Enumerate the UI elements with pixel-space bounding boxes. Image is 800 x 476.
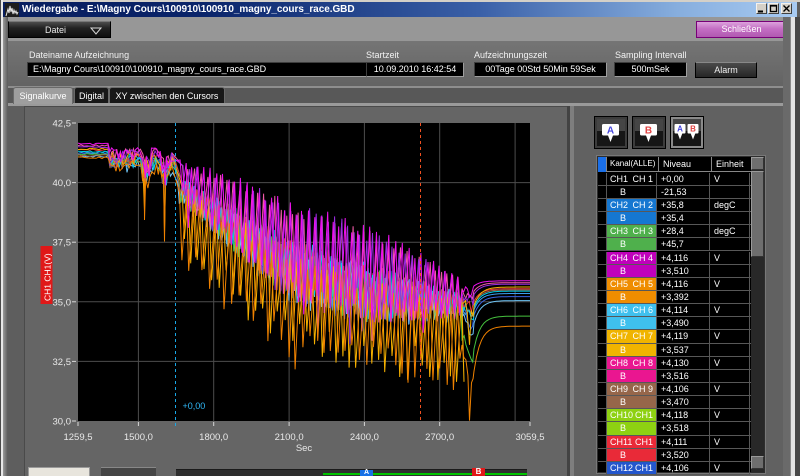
svg-text:35,0: 35,0	[53, 297, 72, 308]
svg-text:3059,5: 3059,5	[515, 432, 544, 443]
svg-text:1500,0: 1500,0	[124, 432, 153, 443]
svg-text:37,5: 37,5	[53, 238, 72, 249]
svg-text:Sec: Sec	[296, 443, 313, 454]
svg-text:1259,5: 1259,5	[63, 432, 92, 443]
svg-text:32,5: 32,5	[53, 357, 72, 368]
svg-text:2700,0: 2700,0	[425, 432, 454, 443]
svg-text:40,0: 40,0	[53, 178, 72, 189]
svg-text:42,5: 42,5	[53, 119, 72, 130]
svg-text:+0,00: +0,00	[183, 401, 206, 411]
svg-text:2100,0: 2100,0	[275, 432, 304, 443]
svg-text:B: B	[690, 124, 696, 133]
svg-text:A: A	[607, 125, 614, 136]
svg-text:CH1 CH1(V): CH1 CH1(V)	[43, 253, 53, 301]
svg-text:A: A	[677, 124, 683, 133]
svg-text:B: B	[645, 125, 652, 136]
svg-text:30,0: 30,0	[53, 417, 72, 428]
svg-text:2400,0: 2400,0	[350, 432, 379, 443]
svg-text:1800,0: 1800,0	[199, 432, 228, 443]
